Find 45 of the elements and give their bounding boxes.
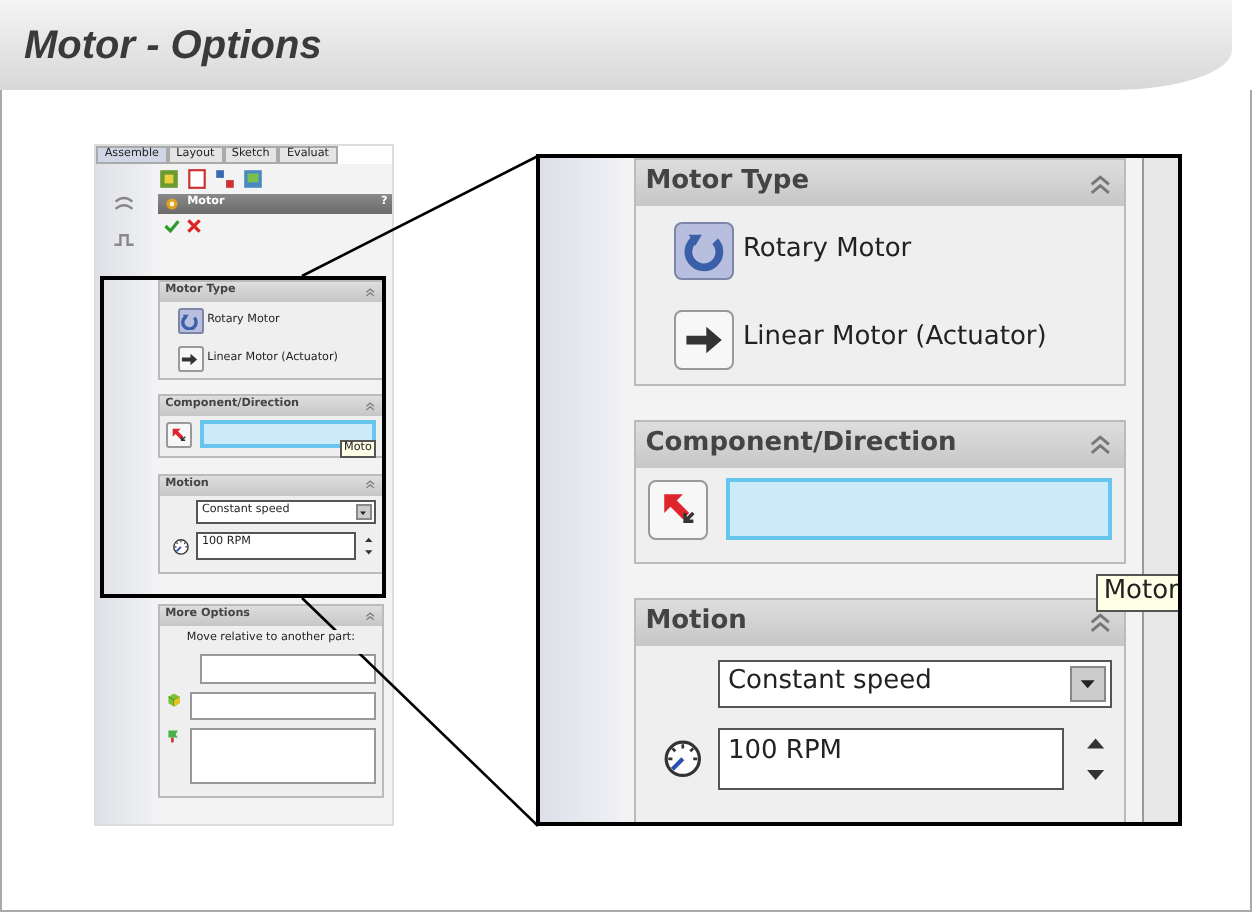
speed-input[interactable]: 100 RPM bbox=[718, 728, 1065, 791]
gauge-icon bbox=[661, 738, 703, 780]
motor-type-button[interactable] bbox=[177, 345, 204, 372]
collapse-icon[interactable] bbox=[364, 285, 377, 298]
wave-icon[interactable] bbox=[112, 191, 136, 216]
close-icon[interactable] bbox=[185, 217, 202, 234]
square-icon[interactable] bbox=[241, 168, 264, 191]
gear-icon bbox=[163, 195, 180, 212]
collapse-icon[interactable] bbox=[364, 478, 377, 492]
selection-field[interactable] bbox=[725, 478, 1112, 541]
direction-button[interactable] bbox=[648, 479, 708, 540]
arrow-icon bbox=[180, 349, 200, 369]
section-heading: Motion bbox=[645, 605, 747, 640]
collapse-icon[interactable] bbox=[1085, 430, 1115, 459]
spin-down-icon[interactable] bbox=[362, 546, 376, 559]
section-heading: Motor Type bbox=[645, 166, 810, 201]
ok-icon[interactable] bbox=[163, 217, 180, 234]
option-label[interactable]: Rotary Motor bbox=[742, 234, 912, 268]
motor-type-button[interactable] bbox=[674, 221, 734, 281]
spin-up-icon[interactable] bbox=[362, 533, 376, 546]
motor-type-button[interactable] bbox=[177, 307, 204, 334]
arrow-icon bbox=[170, 425, 189, 444]
motion-dropdown[interactable]: Constant speed bbox=[718, 659, 1112, 708]
slide-title: Motor - Options bbox=[24, 21, 322, 71]
flag-icon bbox=[166, 727, 183, 744]
direction-button[interactable] bbox=[166, 421, 193, 448]
motor-type-button[interactable] bbox=[674, 309, 734, 370]
collapse-icon[interactable] bbox=[364, 609, 377, 623]
square-icon[interactable] bbox=[158, 168, 181, 191]
selection-field[interactable] bbox=[189, 691, 376, 721]
collapse-icon[interactable] bbox=[1085, 608, 1115, 638]
section-heading: Component/Direction bbox=[645, 427, 957, 462]
document-icon[interactable] bbox=[186, 168, 209, 191]
option-label[interactable]: Linear Motor (Actuator) bbox=[742, 322, 1047, 357]
rotate-icon bbox=[180, 311, 200, 331]
dropdown-arrow-icon bbox=[358, 507, 369, 518]
selection-field[interactable] bbox=[199, 654, 376, 684]
dropdown-value: Constant speed bbox=[727, 666, 932, 701]
tooltip: Motor bbox=[1096, 574, 1178, 612]
cube-icon bbox=[166, 691, 183, 707]
selection-field[interactable] bbox=[199, 420, 376, 448]
squares-icon[interactable] bbox=[213, 168, 236, 191]
collapse-icon[interactable] bbox=[1085, 169, 1115, 198]
gauge-icon bbox=[171, 537, 190, 556]
selection-field[interactable] bbox=[189, 727, 376, 784]
